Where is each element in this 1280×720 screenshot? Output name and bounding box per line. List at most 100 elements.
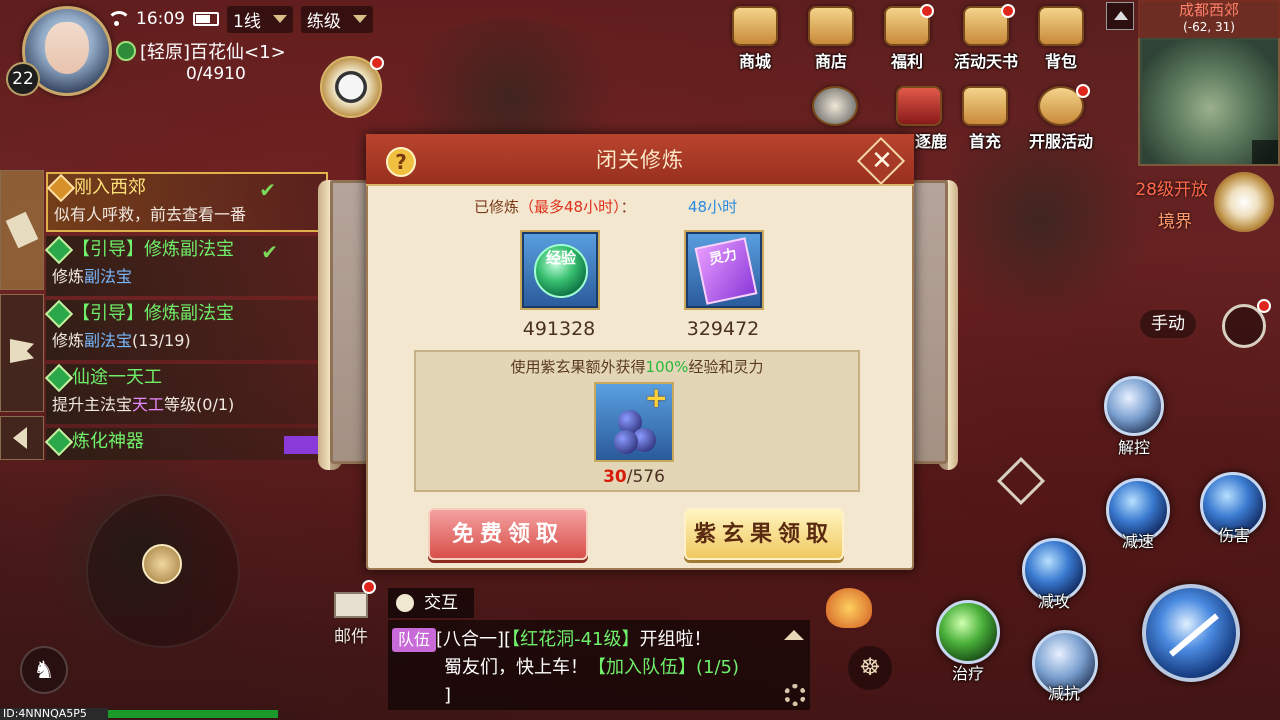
dialog-title: 闭关修炼 <box>596 148 684 172</box>
menu-event-book[interactable]: 活动天书 <box>950 4 1022 72</box>
chat-interact-tab[interactable]: 交互 <box>388 588 474 618</box>
fruit-bonus-text: 使用紫玄果额外获得100%经验和灵力 <box>414 356 860 377</box>
server-event-icon <box>1038 84 1090 126</box>
menu-shop-mall[interactable]: 商城 <box>720 6 790 72</box>
collapse-menu-button[interactable] <box>1106 2 1134 30</box>
refresh-button[interactable] <box>1222 299 1271 348</box>
chat-expand-icon[interactable] <box>784 630 804 640</box>
trained-prefix: 已修炼 <box>474 198 520 216</box>
menu-server-event[interactable]: 开服活动 <box>1026 84 1096 152</box>
battery-icon <box>193 12 219 26</box>
check-icon: ✔ <box>261 240 278 264</box>
skill-label: 伤害 <box>1217 526 1250 545</box>
avatar-face <box>45 22 89 74</box>
exp-orb-icon: 经验 <box>534 244 588 298</box>
berry-icon <box>614 430 638 454</box>
quest-item[interactable]: 【引导】修炼副法宝 修炼副法宝(13/19) <box>44 299 328 360</box>
spirit-card-icon: 灵力 <box>694 237 758 305</box>
map-name: 成都西郊 <box>1178 1 1239 19</box>
quest-progress: 等级(0/1) <box>164 395 235 414</box>
chat-text: [八合一][ <box>436 629 512 650</box>
join-team-link[interactable]: 【加入队伍】(1/5) <box>588 657 739 678</box>
quest-item[interactable]: 仙途一天工 提升主法宝天工等级(0/1) <box>44 363 328 424</box>
bag-icon <box>1038 6 1084 46</box>
meditate-icon: ☸ <box>859 653 881 681</box>
menu-label: 活动天书 <box>953 52 1018 71</box>
skill-jiekong-button[interactable] <box>1104 376 1164 436</box>
status-bar: 16:09 1线 练级 <box>106 5 373 33</box>
faction-leaf-icon <box>116 41 136 61</box>
skill-zhiliao-button[interactable] <box>936 600 1000 664</box>
chat-line: ] <box>392 682 810 710</box>
smiley-icon <box>396 594 414 612</box>
trained-limit: （最多48小时） <box>519 198 621 216</box>
free-claim-button[interactable]: 免费领取 <box>428 508 588 560</box>
check-icon: ✔ <box>259 178 276 202</box>
fruit-count-total: /576 <box>626 467 665 487</box>
fruit-count: 30/576 <box>594 467 674 487</box>
mode-select[interactable]: 练级 <box>300 5 373 33</box>
meditate-button[interactable]: ☸ <box>848 646 892 690</box>
close-button[interactable]: ✕ <box>856 136 906 186</box>
purple-fruit-item[interactable]: + <box>594 382 674 462</box>
quest-item[interactable]: 刚入西郊 ✔ 似有人呼救，前去查看一番 <box>46 172 328 232</box>
chat-dungeon-link[interactable]: 【红花洞-41级】 <box>511 629 639 650</box>
side-quest-icon <box>44 299 74 329</box>
quest-desc-highlight: 副法宝 <box>84 331 133 350</box>
menu-label: 商店 <box>814 52 847 71</box>
line-select-label: 1线 <box>233 11 261 32</box>
chat-text: 蜀友们，快上车！ <box>444 657 588 678</box>
mail-label[interactable]: 邮件 <box>328 622 374 647</box>
notification-dot <box>1001 4 1015 18</box>
menu-welfare[interactable]: 福利 <box>872 4 942 72</box>
event-book-icon <box>963 4 1015 46</box>
wifi-icon <box>106 11 131 27</box>
map-list-button[interactable] <box>1252 140 1278 164</box>
fruit-claim-button[interactable]: 紫玄果领取 <box>684 508 844 560</box>
menu-first-recharge[interactable]: 首充 <box>950 86 1020 152</box>
quest-item[interactable]: 炼化神器 <box>44 427 328 460</box>
quest-item[interactable]: 【引导】修炼副法宝 ✔ 修炼副法宝 <box>44 235 328 296</box>
spirit-reward-item[interactable]: 灵力 <box>684 230 764 310</box>
battle-icon <box>896 86 942 126</box>
quest-title: 炼化神器 <box>72 431 144 452</box>
main-quest-icon <box>46 173 76 203</box>
mount-horse-button[interactable]: ♞ <box>20 646 68 694</box>
chevron-down-icon <box>272 15 287 23</box>
mode-select-label: 练级 <box>306 11 341 32</box>
quest-tab-scroll[interactable] <box>0 170 44 290</box>
line-select[interactable]: 1线 <box>227 5 293 33</box>
main-attack-button[interactable] <box>1142 584 1240 682</box>
mail-icon[interactable] <box>334 580 376 618</box>
fruit-bonus-percent: 100% <box>645 358 689 376</box>
target-switch-icon[interactable] <box>996 456 1046 506</box>
player-name-row: [轻原]百花仙<1> <box>116 38 286 64</box>
player-id-label: ID:4NNNQA5P5 <box>0 708 108 720</box>
manual-mode-toggle[interactable]: 手动 <box>1140 310 1196 338</box>
chat-box[interactable]: 队伍 [八合一][【红花洞-41级】开组啦！ 蜀友们，快上车！【加入队伍】(1/5… <box>388 620 810 710</box>
exp-reward-item[interactable]: 经验 <box>520 230 600 310</box>
gear-icon[interactable] <box>784 684 806 706</box>
side-quest-icon <box>44 363 74 393</box>
panda-pet-icon[interactable] <box>320 56 384 118</box>
menu-label: 首充 <box>968 132 1001 151</box>
chat-tab-label: 交互 <box>424 593 458 613</box>
realm-unlock-level: 28级开放 <box>1135 180 1208 200</box>
realm-label: 境界 <box>1158 212 1192 232</box>
quest-desc: 似有人呼救，前去查看一番 <box>54 205 247 224</box>
flag-icon <box>10 339 34 363</box>
collapse-quests-button[interactable] <box>0 416 44 460</box>
joystick-knob[interactable] <box>142 544 182 584</box>
menu-bag[interactable]: 背包 <box>1026 6 1096 72</box>
realm-icon[interactable] <box>1214 172 1274 232</box>
quest-desc-text: 提升主法宝 <box>52 395 133 414</box>
first-recharge-icon <box>962 86 1008 126</box>
gift-bag-icon[interactable] <box>826 588 872 628</box>
menu-store[interactable]: 商店 <box>796 6 866 72</box>
quest-tab-team[interactable] <box>0 294 44 412</box>
player-exp: 0/4910 <box>186 64 246 84</box>
npc-portrait[interactable] <box>800 86 870 128</box>
skill-label: 减速 <box>1121 532 1154 551</box>
quest-title: 仙途一天工 <box>72 367 162 388</box>
help-button[interactable]: ? <box>386 147 416 177</box>
